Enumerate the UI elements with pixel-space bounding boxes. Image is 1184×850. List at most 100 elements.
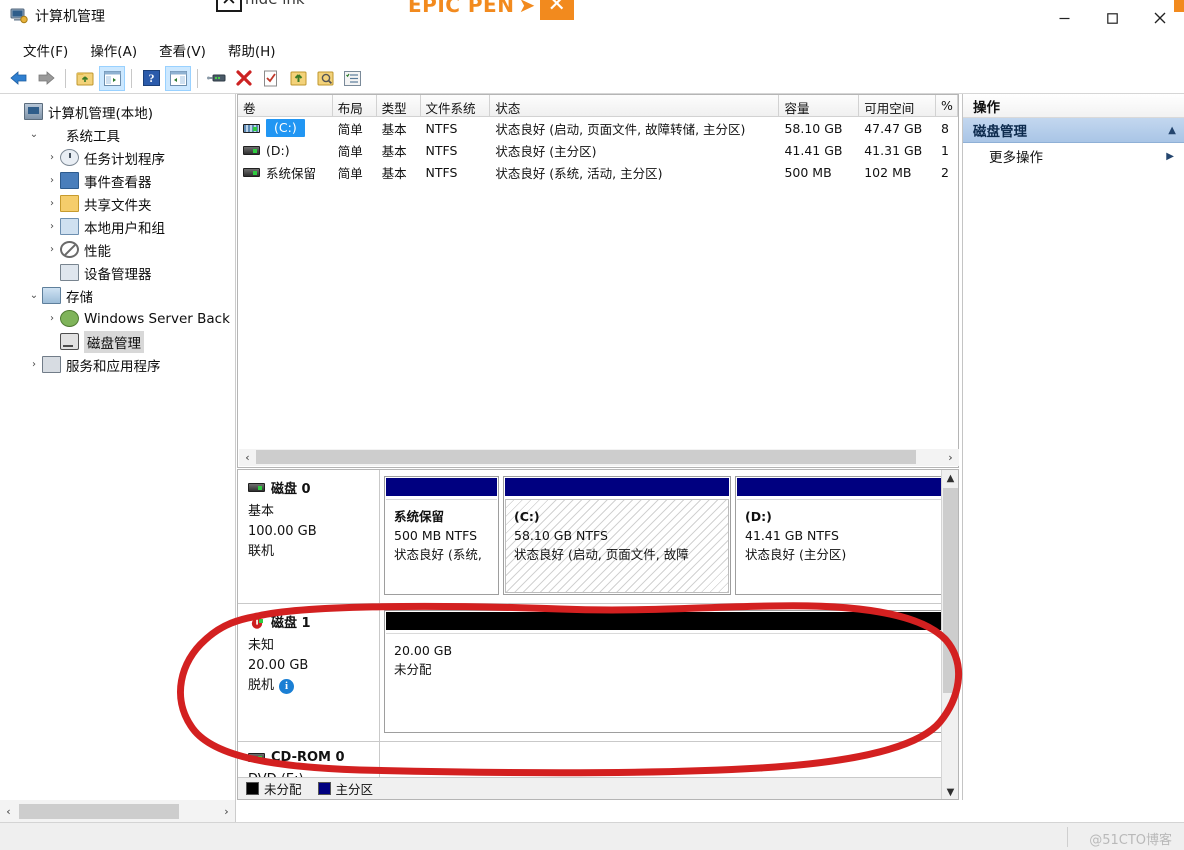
disk-title: CD-ROM 0 — [248, 750, 373, 765]
legend-label: 主分区 — [335, 782, 374, 797]
show-actions-icon[interactable] — [165, 65, 191, 91]
cell-capacity: 41.41 GB — [784, 142, 843, 158]
maximize-button[interactable] — [1088, 0, 1136, 36]
partition-status: 状态良好 (系统, — [394, 547, 482, 562]
menu-action[interactable]: 操作(A) — [79, 37, 148, 63]
column-header-2[interactable]: 类型 — [377, 95, 421, 116]
tree-item-7[interactable]: 设备管理器 — [4, 261, 235, 284]
partition-size: 500 MB NTFS — [394, 528, 478, 543]
tree-expander-icon[interactable]: › — [44, 198, 60, 209]
table-row[interactable]: 系统保留 简单 基本 NTFS 状态良好 (系统, 活动, 主分区) 500 MB 102 … — [238, 161, 958, 183]
tree-item-4[interactable]: › 共享文件夹 — [4, 192, 235, 215]
close-button[interactable] — [1136, 0, 1184, 36]
scroll-down-icon[interactable]: ▼ — [942, 784, 958, 799]
tree-expander-icon[interactable]: › — [44, 175, 60, 186]
tree-expander-icon[interactable]: › — [44, 221, 60, 232]
tree-hscrollbar[interactable]: ‹ › — [0, 800, 236, 822]
partition[interactable]: 系统保留 500 MB NTFS 状态良好 (系统, — [384, 476, 499, 595]
tree-item-5[interactable]: › 本地用户和组 — [4, 215, 235, 238]
tree-hscroll-thumb[interactable] — [19, 803, 179, 819]
disk-size-label: 100.00 GB — [248, 524, 317, 539]
volume-label: (C:) — [266, 119, 305, 137]
tree-node-icon — [60, 218, 79, 235]
column-header-0[interactable]: 卷 — [238, 95, 333, 116]
toolbar: ? — [0, 63, 1184, 94]
tree-expander-icon[interactable]: › — [44, 152, 60, 163]
tree-expander-icon[interactable]: ⌄ — [26, 129, 42, 140]
help-icon[interactable]: ? — [138, 66, 164, 91]
export-icon[interactable] — [285, 66, 311, 91]
partition[interactable]: (C:) 58.10 GB NTFS 状态良好 (启动, 页面文件, 故障 — [503, 476, 731, 595]
window-controls — [1040, 0, 1184, 36]
tree-item-2[interactable]: › 任务计划程序 — [4, 146, 235, 169]
column-header-5[interactable]: 容量 — [779, 95, 860, 116]
watermark: @51CTO博客 — [1089, 833, 1172, 848]
up-folder-icon[interactable] — [72, 66, 98, 91]
tree-item-11[interactable]: › 服务和应用程序 — [4, 353, 235, 376]
hscroll-track[interactable] — [256, 449, 942, 466]
disk-row[interactable]: 磁盘 0 基本 100.00 GB 联机 系统保留 500 MB NTFS 状态良好 (系统… — [238, 470, 947, 604]
column-header-7[interactable]: % — [936, 95, 958, 116]
tree-expander-icon[interactable]: ⌄ — [26, 290, 42, 301]
list-view-icon[interactable] — [339, 66, 365, 91]
tree-hscroll-track[interactable] — [17, 803, 218, 819]
partition-details: (C:) 58.10 GB NTFS 状态良好 (启动, 页面文件, 故障 — [505, 499, 729, 593]
forward-icon[interactable] — [33, 66, 59, 91]
toolbar-separator-3 — [197, 68, 198, 88]
partition[interactable]: 20.00 GB 未分配 — [384, 610, 949, 733]
tree-expander-icon[interactable]: › — [44, 313, 60, 324]
scroll-left-icon[interactable]: ‹ — [239, 449, 256, 466]
cell-capacity: 500 MB — [784, 164, 832, 180]
delete-icon[interactable] — [231, 66, 257, 91]
search-icon[interactable] — [312, 66, 338, 91]
table-row[interactable]: (C:) 简单 基本 NTFS 状态良好 (启动, 页面文件, 故障转储, 主分区) 58… — [238, 117, 958, 139]
partition-label: (C:) — [514, 509, 540, 524]
cell-status: 状态良好 (系统, 活动, 主分区) — [495, 165, 663, 181]
tree-scroll-left-icon[interactable]: ‹ — [0, 803, 17, 820]
hscroll-thumb[interactable] — [256, 450, 916, 464]
menu-file[interactable]: 文件(F) — [12, 37, 79, 63]
tree-item-8[interactable]: ⌄ 存储 — [4, 284, 235, 307]
tree-item-9[interactable]: › Windows Server Back — [4, 307, 235, 330]
tree-item-6[interactable]: › 性能 — [4, 238, 235, 261]
tree-item-0[interactable]: 计算机管理(本地) — [4, 100, 235, 123]
actions-item-more-actions[interactable]: 更多操作 ▶ — [963, 143, 1184, 169]
tree-node-icon — [60, 149, 79, 166]
tree-scroll-right-icon[interactable]: › — [218, 803, 235, 820]
disk-info[interactable]: ° 磁盘 1 未知 20.00 GB 脱机 i — [238, 604, 380, 741]
disk-info[interactable]: 磁盘 0 基本 100.00 GB 联机 — [238, 470, 380, 603]
column-header-3[interactable]: 文件系统 — [421, 95, 491, 116]
menu-view[interactable]: 查看(V) — [148, 37, 217, 63]
scroll-up-icon[interactable]: ▲ — [942, 470, 958, 487]
disk-size: 100.00 GB — [248, 522, 373, 542]
column-header-1[interactable]: 布局 — [333, 95, 377, 116]
disk-state: 脱机 i — [248, 676, 373, 696]
column-header-6[interactable]: 可用空间 — [859, 95, 937, 116]
vscroll-thumb[interactable] — [943, 488, 958, 693]
tree-item-1[interactable]: ⌄ 系统工具 — [4, 123, 235, 146]
show-tree-icon[interactable] — [99, 65, 125, 91]
disk-state: 联机 — [248, 542, 373, 562]
tree-expander-icon[interactable]: › — [44, 244, 60, 255]
back-icon[interactable] — [6, 66, 32, 91]
disk-type: 未知 — [248, 636, 373, 656]
menu-help[interactable]: 帮助(H) — [217, 37, 287, 63]
connect-icon[interactable] — [204, 66, 230, 91]
table-row[interactable]: (D:) 简单 基本 NTFS 状态良好 (主分区) 41.41 GB 41.31 GB 1 — [238, 139, 958, 161]
properties-icon[interactable] — [258, 66, 284, 91]
tree-item-10[interactable]: 磁盘管理 — [4, 330, 235, 353]
disk-view-vscrollbar[interactable]: ▲ ▼ — [941, 470, 958, 799]
scroll-right-icon[interactable]: › — [942, 449, 959, 466]
tree-expander-icon[interactable]: › — [26, 359, 42, 370]
volume-list-hscrollbar[interactable]: ‹ › — [239, 449, 959, 466]
disk-size: 20.00 GB — [248, 656, 373, 676]
offline-info-icon[interactable]: i — [279, 678, 295, 694]
chevron-up-icon[interactable]: ▲ — [1168, 125, 1176, 136]
column-header-4[interactable]: 状态 — [490, 95, 780, 116]
disk-row[interactable]: ° 磁盘 1 未知 20.00 GB 脱机 i 20.00 GB 未分配 — [238, 604, 949, 742]
minimize-button[interactable] — [1040, 0, 1088, 36]
actions-section-disk-management[interactable]: 磁盘管理 ▲ — [963, 118, 1184, 143]
tree-item-3[interactable]: › 事件查看器 — [4, 169, 235, 192]
partition[interactable]: (D:) 41.41 GB NTFS 状态良好 (主分区) — [735, 476, 947, 595]
disk-type-label: 未知 — [248, 638, 275, 653]
